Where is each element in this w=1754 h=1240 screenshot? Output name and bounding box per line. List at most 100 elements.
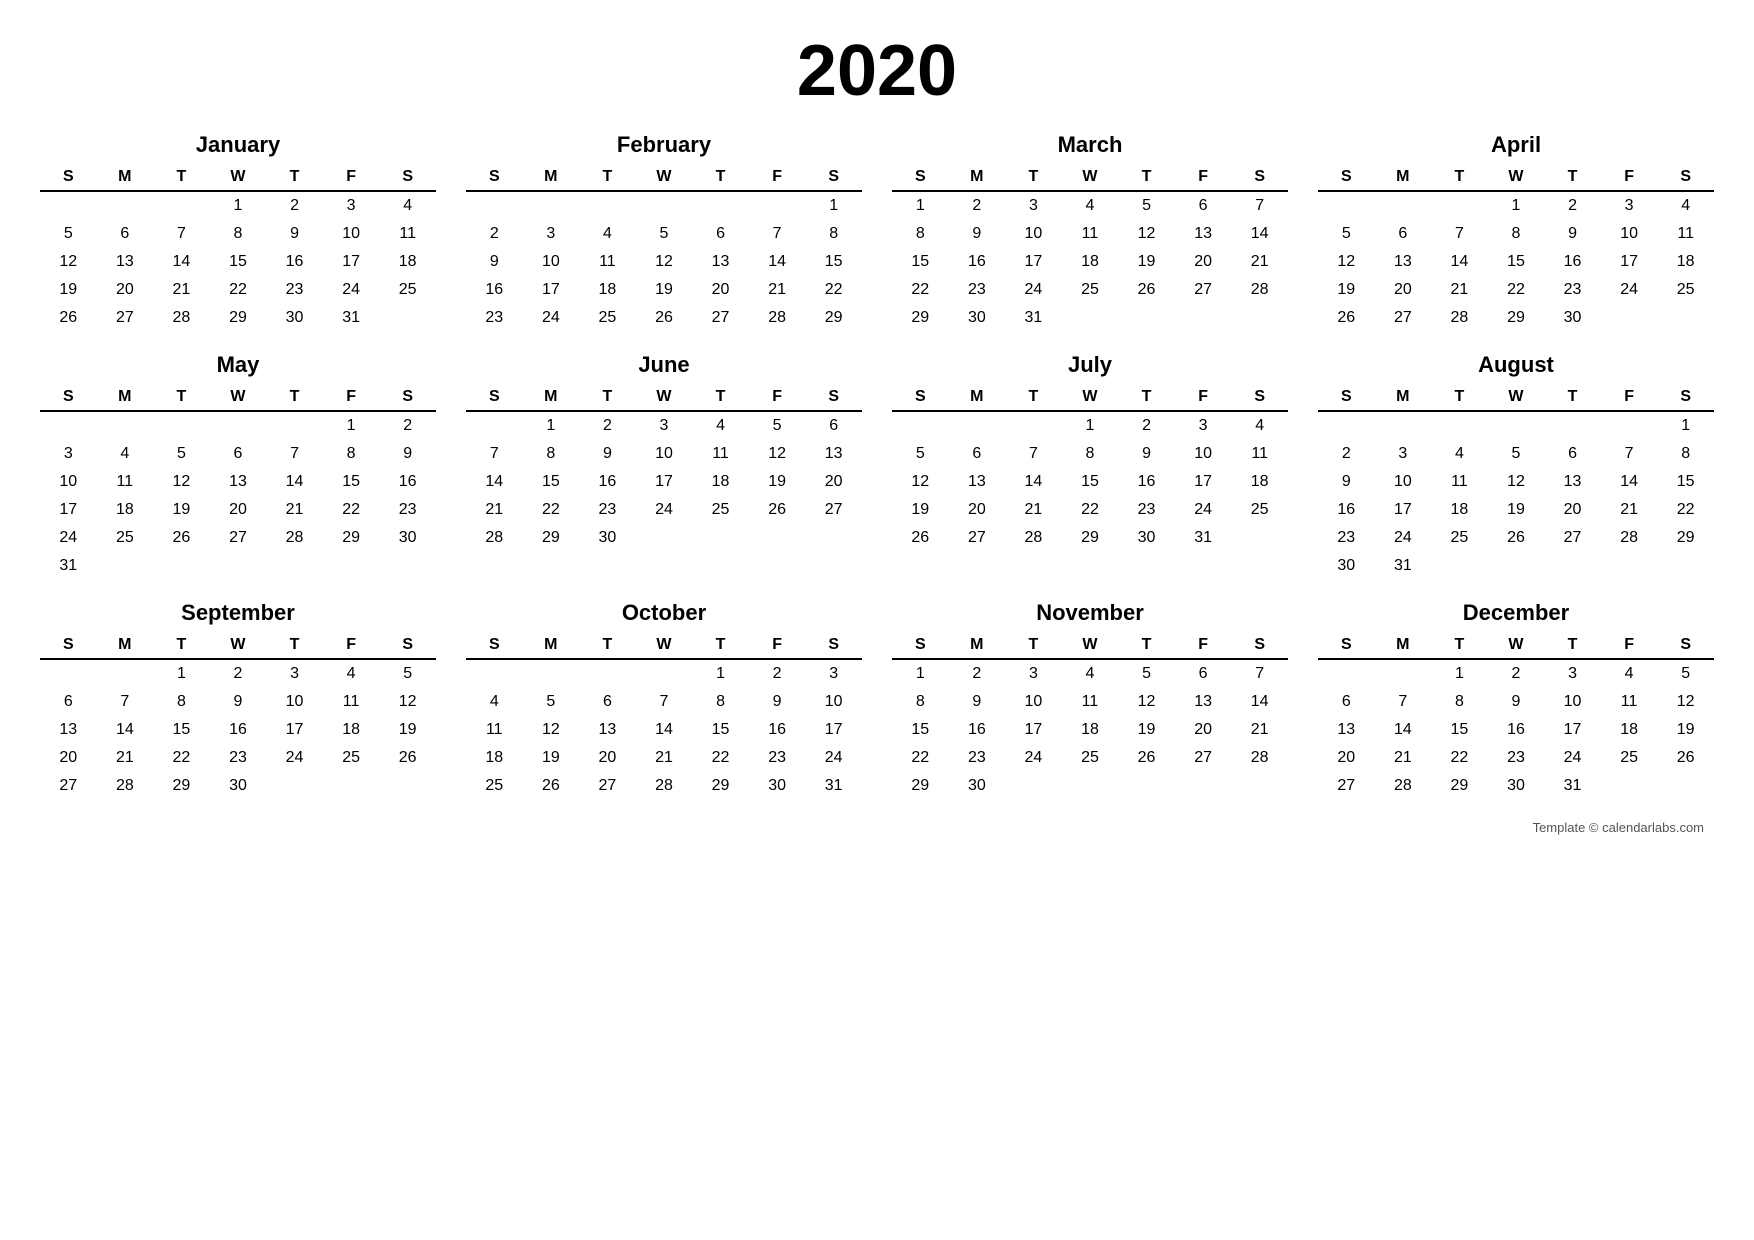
day-cell: 31 — [1375, 552, 1432, 580]
day-cell: 14 — [97, 716, 154, 744]
day-cell: 29 — [210, 304, 267, 332]
day-cell: 13 — [40, 716, 97, 744]
day-cell: 6 — [97, 220, 154, 248]
week-row: 567891011 — [1318, 220, 1714, 248]
day-header: M — [97, 164, 154, 191]
day-cell: 27 — [1318, 772, 1375, 800]
day-cell — [1601, 411, 1658, 440]
day-cell: 11 — [466, 716, 523, 744]
day-cell: 13 — [1544, 468, 1601, 496]
day-cell: 5 — [636, 220, 693, 248]
day-cell: 6 — [1175, 191, 1232, 220]
day-header: S — [40, 164, 97, 191]
day-cell: 13 — [805, 440, 862, 468]
month-name-january: January — [40, 132, 436, 158]
day-cell: 29 — [523, 524, 580, 552]
day-cell: 7 — [1005, 440, 1062, 468]
day-cell — [1375, 659, 1432, 688]
month-name-march: March — [892, 132, 1288, 158]
day-cell: 5 — [153, 440, 210, 468]
day-header: S — [805, 384, 862, 411]
month-name-february: February — [466, 132, 862, 158]
day-cell — [1431, 411, 1488, 440]
day-cell: 25 — [1431, 524, 1488, 552]
day-cell: 16 — [1318, 496, 1375, 524]
day-cell: 24 — [1601, 276, 1658, 304]
day-cell — [1175, 304, 1232, 332]
day-cell — [1601, 304, 1658, 332]
day-cell — [40, 411, 97, 440]
week-row: 1234567 — [892, 191, 1288, 220]
day-cell: 25 — [97, 524, 154, 552]
day-cell: 2 — [949, 659, 1006, 688]
day-cell: 17 — [1544, 716, 1601, 744]
day-header: S — [1657, 164, 1714, 191]
day-header: T — [153, 384, 210, 411]
day-cell: 21 — [1005, 496, 1062, 524]
day-cell: 28 — [1005, 524, 1062, 552]
day-cell — [1062, 772, 1119, 800]
week-row: 3456789 — [40, 440, 436, 468]
day-cell: 8 — [805, 220, 862, 248]
day-header: S — [892, 384, 949, 411]
day-cell: 27 — [579, 772, 636, 800]
day-cell: 30 — [1118, 524, 1175, 552]
week-row: 6789101112 — [1318, 688, 1714, 716]
day-cell: 26 — [153, 524, 210, 552]
day-cell: 22 — [210, 276, 267, 304]
day-cell — [1318, 191, 1375, 220]
day-cell: 23 — [1544, 276, 1601, 304]
day-cell: 12 — [1318, 248, 1375, 276]
day-cell: 30 — [749, 772, 806, 800]
day-cell: 13 — [210, 468, 267, 496]
day-cell: 5 — [1488, 440, 1545, 468]
day-cell: 13 — [1175, 688, 1232, 716]
month-block-january: JanuarySMTWTFS12345678910111213141516171… — [40, 132, 436, 332]
day-cell: 15 — [210, 248, 267, 276]
day-cell: 13 — [97, 248, 154, 276]
week-row: 1234567 — [892, 659, 1288, 688]
day-cell — [466, 411, 523, 440]
day-cell — [210, 552, 267, 580]
day-cell: 24 — [1544, 744, 1601, 772]
week-row: 31 — [40, 552, 436, 580]
day-cell: 16 — [949, 248, 1006, 276]
day-cell: 20 — [1544, 496, 1601, 524]
month-name-november: November — [892, 600, 1288, 626]
day-cell: 2 — [949, 191, 1006, 220]
day-cell: 1 — [1431, 659, 1488, 688]
day-cell: 31 — [1175, 524, 1232, 552]
day-cell: 15 — [1488, 248, 1545, 276]
day-cell: 20 — [1175, 248, 1232, 276]
day-cell — [323, 772, 380, 800]
week-row: 45678910 — [466, 688, 862, 716]
day-cell: 25 — [379, 276, 436, 304]
month-table-march: SMTWTFS123456789101112131415161718192021… — [892, 164, 1288, 332]
day-cell: 17 — [266, 716, 323, 744]
day-cell: 8 — [1488, 220, 1545, 248]
day-cell — [466, 191, 523, 220]
day-cell: 8 — [692, 688, 749, 716]
day-cell — [1601, 552, 1658, 580]
day-cell — [1488, 411, 1545, 440]
day-cell: 22 — [892, 744, 949, 772]
day-cell: 4 — [1062, 659, 1119, 688]
week-row: 15161718192021 — [892, 248, 1288, 276]
day-cell: 10 — [40, 468, 97, 496]
day-header: M — [1375, 164, 1432, 191]
month-name-september: September — [40, 600, 436, 626]
day-cell: 16 — [749, 716, 806, 744]
day-cell — [1231, 772, 1288, 800]
day-cell — [1005, 411, 1062, 440]
day-cell: 31 — [1005, 304, 1062, 332]
day-cell — [1318, 411, 1375, 440]
day-header: F — [323, 164, 380, 191]
day-cell: 12 — [379, 688, 436, 716]
day-cell: 14 — [1601, 468, 1658, 496]
day-cell — [523, 191, 580, 220]
day-cell: 18 — [466, 744, 523, 772]
day-cell: 8 — [523, 440, 580, 468]
day-cell: 6 — [579, 688, 636, 716]
day-cell — [97, 191, 154, 220]
day-cell: 4 — [379, 191, 436, 220]
